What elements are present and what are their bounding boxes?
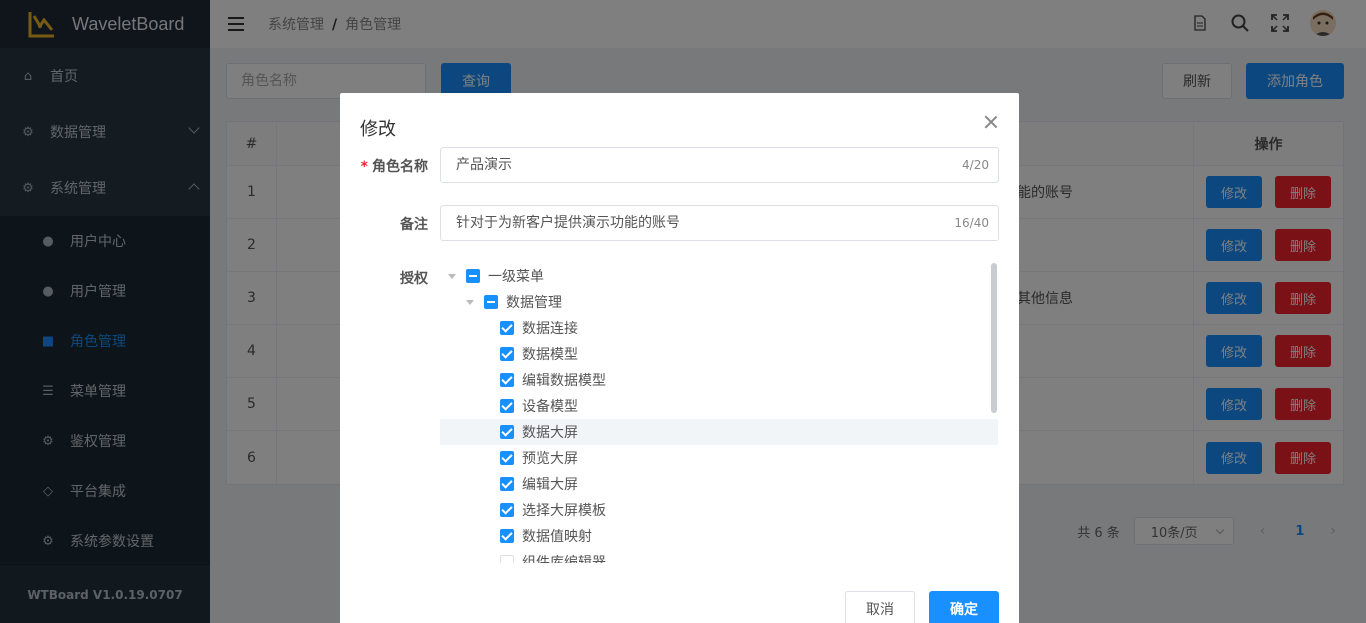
tree-node[interactable]: 设备模型: [440, 393, 998, 419]
tree-node-label: 组件库编辑器: [522, 555, 606, 563]
tree-node-label: 数据连接: [522, 321, 578, 337]
tree-node-label: 数据管理: [506, 295, 562, 311]
checkbox[interactable]: [484, 295, 498, 309]
checkbox[interactable]: [500, 451, 514, 465]
caret-down-icon[interactable]: [448, 273, 456, 279]
role-name-label: * 角色名称: [360, 159, 428, 175]
permission-tree: 一级菜单 数据管理 数据连接 数据模型 编辑数据模型 设备模型 数据大屏 预览大…: [440, 263, 998, 563]
tree-node[interactable]: 组件库编辑器: [440, 549, 998, 563]
tree-node-label: 预览大屏: [522, 451, 578, 467]
role-name-input[interactable]: 产品演示 4/20: [440, 147, 999, 183]
tree-node-label: 数据值映射: [522, 529, 592, 545]
tree-node[interactable]: 编辑大屏: [440, 471, 998, 497]
tree-node-label: 数据大屏: [522, 425, 578, 441]
tree-node[interactable]: 数据大屏: [440, 419, 998, 445]
checkbox[interactable]: [500, 503, 514, 517]
checkbox[interactable]: [500, 321, 514, 335]
confirm-button[interactable]: 确定: [929, 591, 999, 623]
tree-node[interactable]: 编辑数据模型: [440, 367, 998, 393]
tree-node-label: 数据模型: [522, 347, 578, 363]
tree-node-label: 选择大屏模板: [522, 503, 606, 519]
tree-node-label: 编辑数据模型: [522, 373, 606, 389]
tree-node-label: 设备模型: [522, 399, 578, 415]
tree-node[interactable]: 一级菜单: [440, 263, 998, 289]
checkbox[interactable]: [500, 347, 514, 361]
cancel-button[interactable]: 取消: [845, 591, 915, 623]
checkbox[interactable]: [500, 529, 514, 543]
checkbox[interactable]: [500, 425, 514, 439]
tree-node[interactable]: 选择大屏模板: [440, 497, 998, 523]
auth-label: 授权: [400, 271, 428, 287]
tree-node[interactable]: 数据值映射: [440, 523, 998, 549]
tree-node-label: 编辑大屏: [522, 477, 578, 493]
remark-count: 16/40: [954, 216, 989, 230]
tree-node[interactable]: 数据管理: [440, 289, 998, 315]
tree-node[interactable]: 数据连接: [440, 315, 998, 341]
tree-node-label: 一级菜单: [488, 269, 544, 285]
checkbox[interactable]: [500, 555, 514, 563]
remark-value: 针对于为新客户提供演示功能的账号: [456, 215, 680, 231]
tree-scrollbar[interactable]: [991, 263, 997, 413]
dialog-title: 修改: [360, 119, 396, 140]
checkbox[interactable]: [500, 399, 514, 413]
edit-role-dialog: 修改 * 角色名称 产品演示 4/20 备注 针对于为新客户提供演示功能的账号 1…: [340, 93, 1019, 623]
close-icon[interactable]: [985, 116, 997, 128]
remark-input[interactable]: 针对于为新客户提供演示功能的账号 16/40: [440, 205, 999, 241]
role-name-count: 4/20: [962, 158, 989, 172]
caret-down-icon[interactable]: [466, 299, 474, 305]
remark-label: 备注: [400, 217, 428, 233]
checkbox[interactable]: [466, 269, 480, 283]
tree-node[interactable]: 数据模型: [440, 341, 998, 367]
checkbox[interactable]: [500, 373, 514, 387]
checkbox[interactable]: [500, 477, 514, 491]
role-name-value: 产品演示: [456, 157, 512, 173]
tree-node[interactable]: 预览大屏: [440, 445, 998, 471]
